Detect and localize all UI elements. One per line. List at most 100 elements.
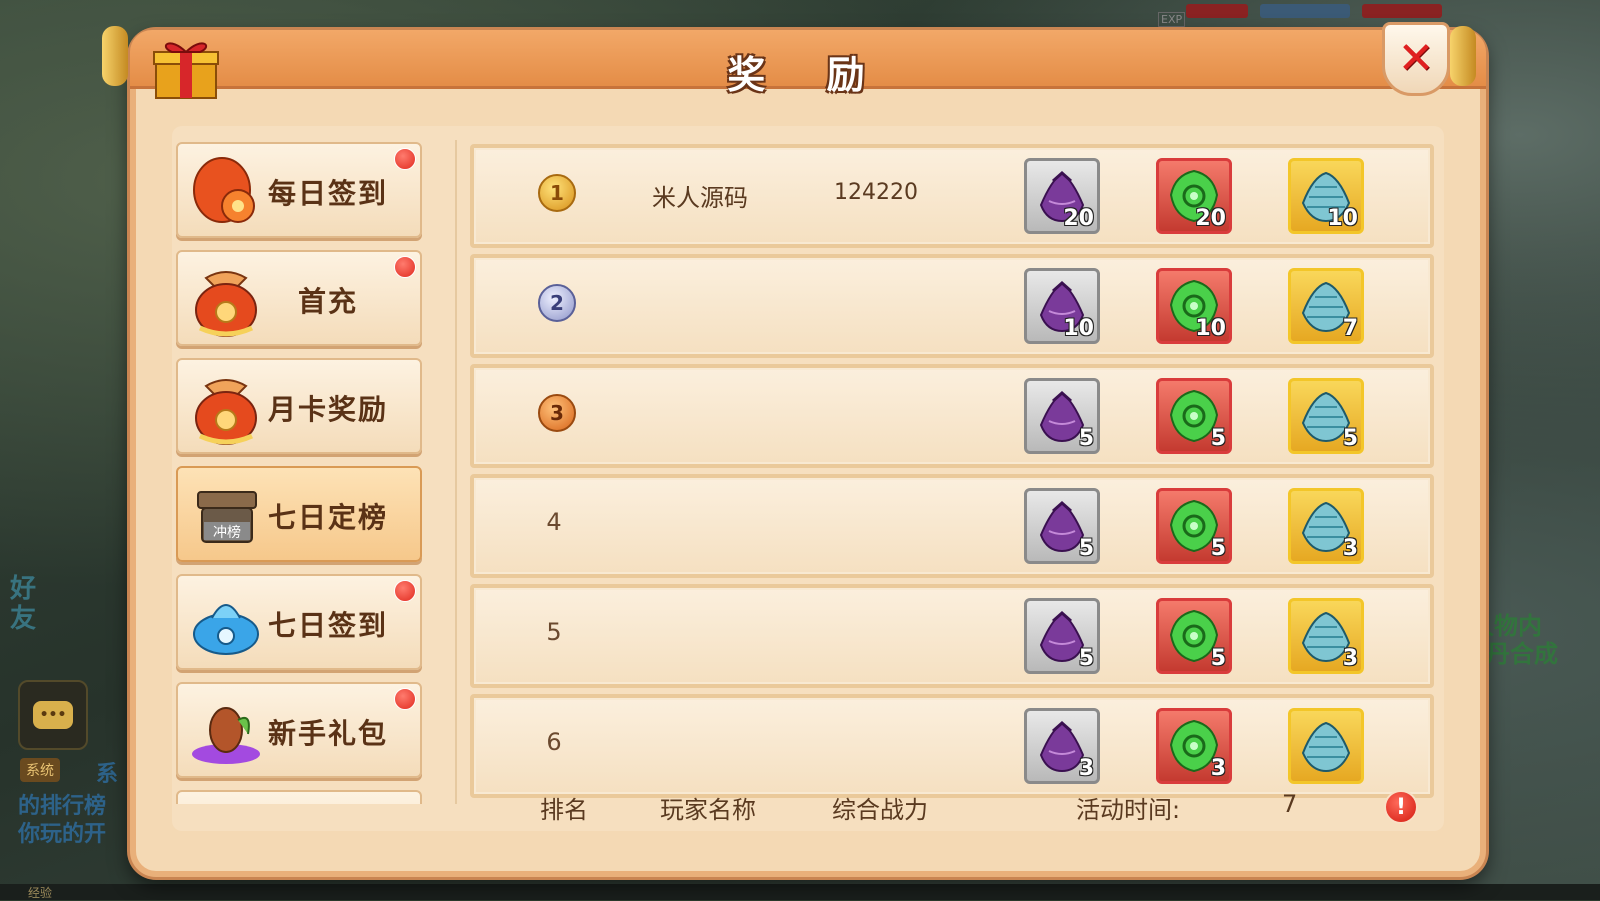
ranking-row: 1 米人源码 124220 20 20 10 — [470, 144, 1434, 248]
reward-slot-blue-pouch-icon[interactable]: 3 — [1288, 598, 1364, 674]
reward-slot-green-jade-icon[interactable]: 5 — [1156, 488, 1232, 564]
scroll-end-right — [1450, 26, 1476, 86]
reward-slot-green-jade-icon[interactable]: 10 — [1156, 268, 1232, 344]
reward-quantity: 20 — [1063, 206, 1094, 231]
reward-slot-green-jade-icon[interactable]: 20 — [1156, 158, 1232, 234]
hud-mp-bar — [1362, 4, 1442, 18]
player-column-label: 玩家名称 — [660, 796, 756, 824]
close-icon: ✕ — [1397, 33, 1435, 84]
event-time-value: 7 — [1282, 790, 1298, 818]
ranking-row: 4 5 5 3 — [470, 474, 1434, 578]
hud-portrait-bar — [1260, 4, 1350, 18]
sidebar-item-seven-day-signin[interactable]: 七日签到 — [176, 574, 422, 670]
sidebar-item-monthly-card[interactable]: 月卡奖励 — [176, 358, 422, 454]
sidebar-item-label: 七日签到 — [267, 609, 388, 642]
chat-button[interactable]: ••• — [18, 680, 88, 750]
system-text-3: 你玩的开 — [18, 822, 107, 847]
reward-quantity: 5 — [1078, 426, 1094, 451]
sidebar-item-label: 每日签到 — [267, 177, 388, 210]
dialog-title: 奖 励 — [727, 53, 889, 97]
exp-label: EXP — [1158, 12, 1186, 27]
system-text-1: 系 — [96, 762, 119, 787]
event-time-label: 活动时间: — [1076, 796, 1181, 824]
reward-slot-green-jade-icon[interactable]: 5 — [1156, 598, 1232, 674]
info-icon[interactable]: ! — [1384, 790, 1418, 824]
sidebar-item-seven-day-ranking[interactable]: 冲榜 七日定榜 — [176, 466, 422, 562]
sidebar-item-label: 新手礼包 — [267, 717, 388, 750]
reward-quantity: 3 — [1342, 536, 1358, 561]
reward-quantity: 3 — [1210, 756, 1226, 781]
sidebar-item-label: 七日定榜 — [267, 501, 388, 534]
reward-quantity: 3 — [1342, 646, 1358, 671]
lucky-bag-icon — [195, 379, 257, 445]
notification-dot — [394, 148, 416, 170]
hud-hp-bar — [1186, 4, 1248, 18]
rank-number: 6 — [546, 728, 562, 756]
ranking-row: 3 5 5 5 — [470, 364, 1434, 468]
close-button[interactable]: ✕ — [1382, 22, 1450, 96]
reward-quantity: 10 — [1063, 316, 1094, 341]
system-tag: 系统 — [20, 758, 60, 782]
reward-quantity: 10 — [1327, 206, 1358, 231]
notification-dot — [394, 580, 416, 602]
sidebar-item-newbie-pack[interactable]: 新手礼包 — [176, 682, 422, 778]
friends-side-text-2[interactable]: 友 — [10, 598, 36, 635]
notification-dot — [394, 256, 416, 278]
reward-quantity: 5 — [1210, 536, 1226, 561]
power-column-label: 综合战力 — [832, 796, 928, 824]
ranking-row: 2 10 10 7 — [470, 254, 1434, 358]
reward-quantity: 5 — [1078, 646, 1094, 671]
reward-slot-purple-pouch-icon[interactable]: 5 — [1024, 378, 1100, 454]
chat-icon: ••• — [33, 701, 73, 729]
sidebar-item-daily-signin[interactable]: 每日签到 — [176, 142, 422, 238]
reward-slot-blue-pouch-icon[interactable]: 10 — [1288, 158, 1364, 234]
reward-quantity: 5 — [1210, 426, 1226, 451]
sidebar-item-partial[interactable] — [176, 790, 422, 804]
reward-quantity: 10 — [1195, 316, 1226, 341]
rank-number: 4 — [546, 508, 562, 536]
reward-slot-blue-pouch-icon[interactable]: 7 — [1288, 268, 1364, 344]
rank-number: 5 — [546, 618, 562, 646]
reward-quantity: 20 — [1195, 206, 1226, 231]
reward-quantity: 5 — [1078, 536, 1094, 561]
ranking-chest-icon: 冲榜 — [197, 491, 257, 543]
rank-medal-silver-icon: 2 — [538, 284, 576, 322]
rank-medal-gold-icon: 1 — [538, 174, 576, 212]
bottom-exp-bar — [0, 884, 1600, 900]
sidebar-item-first-recharge[interactable]: 首充 — [176, 250, 422, 346]
reward-quantity: 7 — [1342, 316, 1358, 341]
ranking-row: 6 3 3 — [470, 694, 1434, 798]
ranking-chest-badge-text: 冲榜 — [213, 524, 241, 541]
exp-bottom-label: 经验 — [28, 886, 53, 900]
sidebar-divider — [455, 140, 457, 804]
reward-slot-purple-pouch-icon[interactable]: 5 — [1024, 488, 1100, 564]
gift-box-icon — [153, 42, 219, 99]
reward-quantity: 5 — [1342, 426, 1358, 451]
reward-slot-blue-pouch-icon[interactable] — [1288, 708, 1364, 784]
lucky-bag-icon — [195, 271, 257, 337]
reward-slot-blue-pouch-icon[interactable]: 5 — [1288, 378, 1364, 454]
purple-egg-icon — [192, 707, 260, 764]
rank-medal-bronze-icon: 3 — [538, 394, 576, 432]
sidebar-item-label: 月卡奖励 — [267, 393, 388, 426]
combat-power: 124220 — [834, 180, 918, 205]
reward-quantity: 5 — [1210, 646, 1226, 671]
rank-column-label: 排名 — [540, 796, 588, 824]
ranking-row: 5 5 5 3 — [470, 584, 1434, 688]
player-name: 米人源码 — [652, 184, 748, 212]
reward-sidebar[interactable]: 每日签到 首充 月卡奖励 冲榜 七日定榜 七日签到 新手礼包 — [164, 140, 424, 804]
blue-pouch-icon — [1301, 721, 1351, 773]
scroll-end-left — [102, 26, 128, 86]
reward-slot-green-jade-icon[interactable]: 3 — [1156, 708, 1232, 784]
blue-pouch-icon — [193, 604, 259, 655]
reward-slot-purple-pouch-icon[interactable]: 10 — [1024, 268, 1100, 344]
red-pouch-icon — [193, 157, 255, 223]
reward-quantity: 3 — [1078, 756, 1094, 781]
reward-slot-purple-pouch-icon[interactable]: 5 — [1024, 598, 1100, 674]
reward-slot-purple-pouch-icon[interactable]: 20 — [1024, 158, 1100, 234]
reward-slot-blue-pouch-icon[interactable]: 3 — [1288, 488, 1364, 564]
reward-slot-green-jade-icon[interactable]: 5 — [1156, 378, 1232, 454]
notification-dot — [394, 688, 416, 710]
sidebar-item-label: 首充 — [297, 285, 358, 318]
reward-slot-purple-pouch-icon[interactable]: 3 — [1024, 708, 1100, 784]
